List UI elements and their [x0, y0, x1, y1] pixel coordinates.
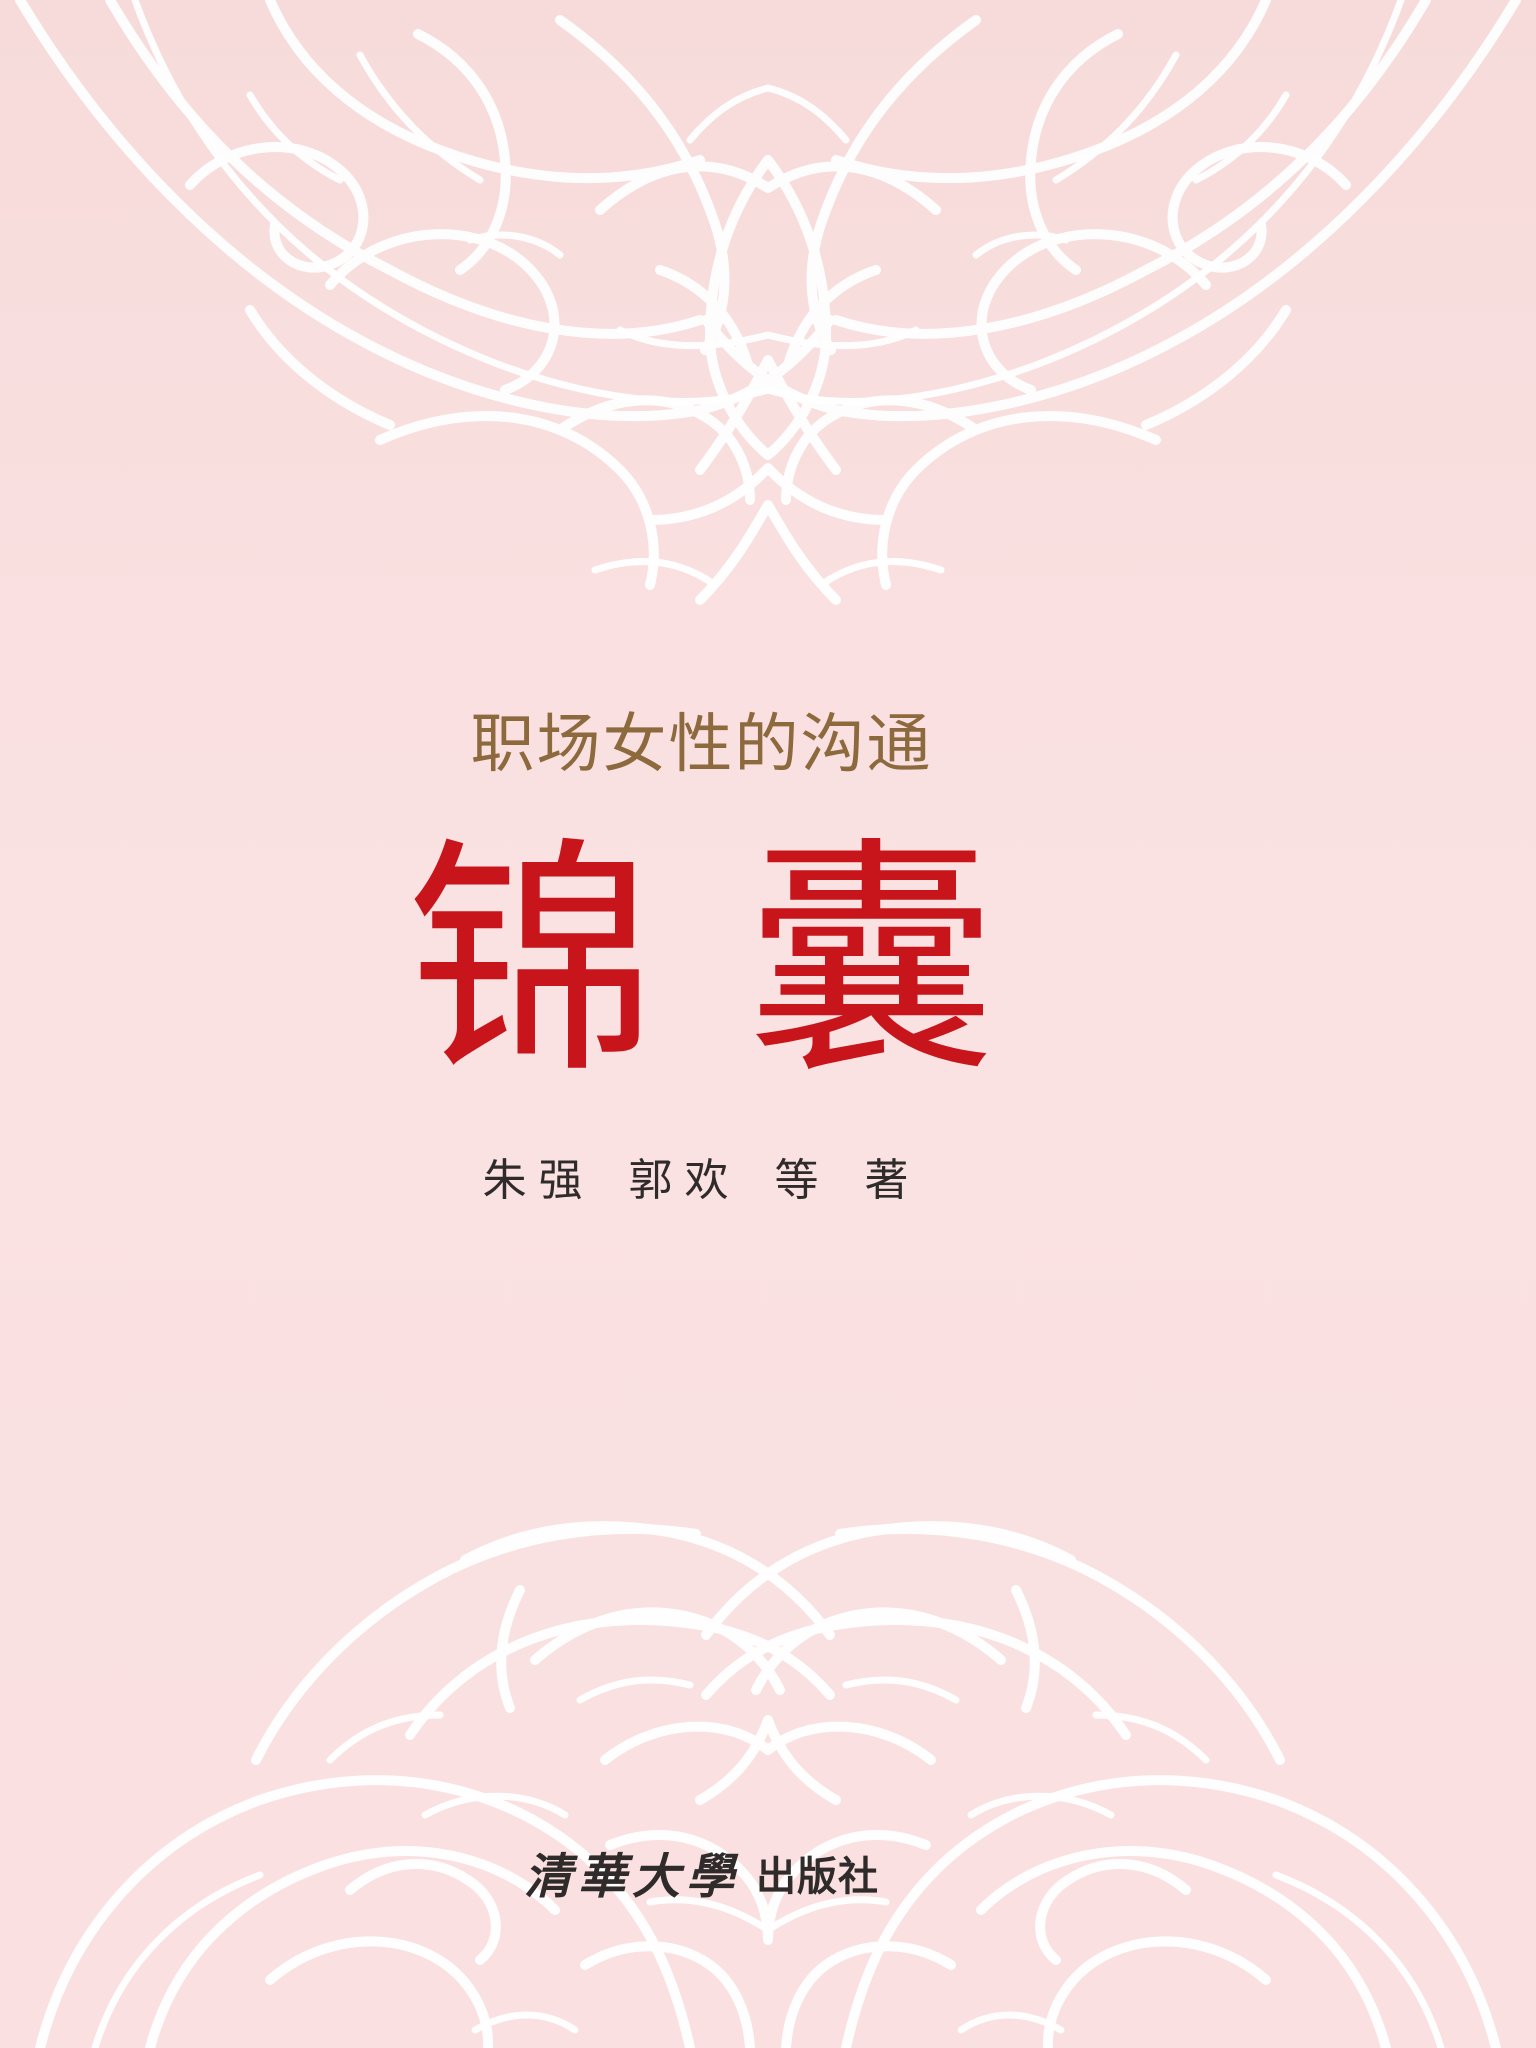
title-char-2: 囊 [746, 816, 997, 1107]
author-name-1: 朱强 [482, 1155, 595, 1206]
author-etc: 等 [774, 1155, 831, 1206]
bottom-ornament-icon [35, 1521, 1501, 2048]
book-title: 锦 囊 [0, 822, 1403, 1102]
publisher-logo-text: 清華大學 [524, 1849, 741, 1905]
publisher-block: 清華大學 出版社 [524, 1842, 879, 1912]
top-ornament-icon [15, 0, 1521, 605]
publisher-suffix: 出版社 [756, 1853, 880, 1900]
book-subtitle: 职场女性的沟通 [470, 708, 933, 782]
author-role: 著 [864, 1155, 921, 1206]
author-line: 朱强 郭欢 等 著 [0, 1146, 1403, 1216]
book-cover: 职场女性的沟通 锦 囊 朱强 郭欢 等 著 清華大學 出版社 [0, 0, 1536, 2048]
title-char-1: 锦 [406, 816, 657, 1107]
author-name-2: 郭欢 [628, 1155, 741, 1206]
